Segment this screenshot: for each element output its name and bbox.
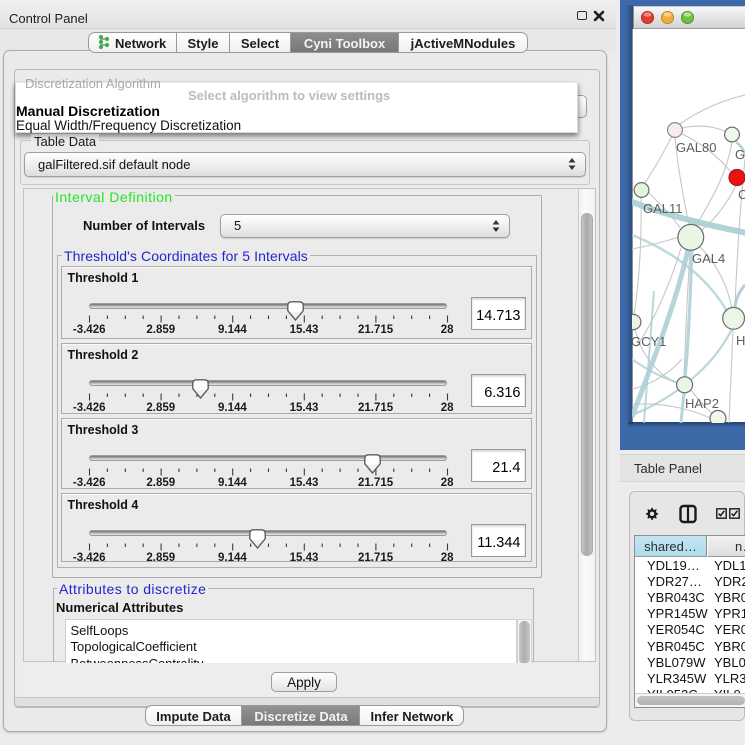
svg-text:GA: GA (735, 147, 745, 162)
svg-text:GAL11: GAL11 (643, 201, 683, 216)
svg-text:CY: CY (738, 187, 745, 202)
svg-text:HAP2: HAP2 (685, 396, 719, 411)
svg-text:GCY1: GCY1 (632, 334, 666, 349)
svg-text:GAL4: GAL4 (692, 251, 725, 266)
svg-text:H: H (736, 333, 745, 348)
svg-text:GAL80: GAL80 (676, 140, 716, 155)
